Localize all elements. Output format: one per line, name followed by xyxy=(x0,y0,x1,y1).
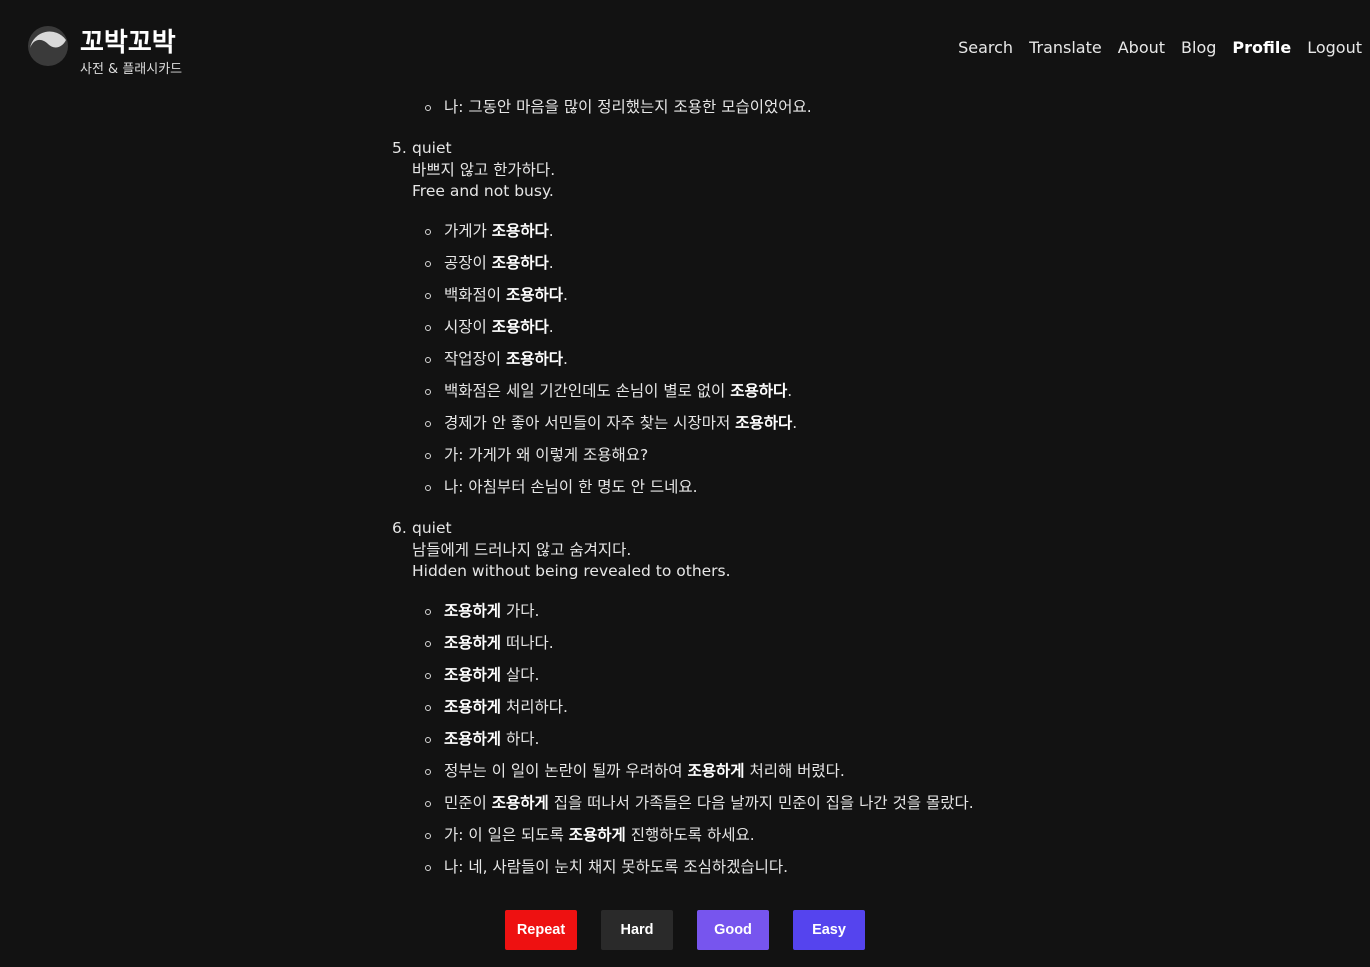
good-button[interactable]: Good xyxy=(697,910,769,950)
review-actions: Repeat Hard Good Easy xyxy=(505,910,865,950)
site-header: 꼬박꼬박 사전 & 플래시카드 Search Translate About B… xyxy=(0,0,1370,90)
example-item: 나: 네, 사람들이 눈치 채지 못하도록 조심하겠습니다. xyxy=(422,856,974,888)
sense-6-examples: 조용하게 가다. 조용하게 떠나다. 조용하게 살다. 조용하게 처리하다. 조… xyxy=(422,600,974,888)
nav-profile[interactable]: Profile xyxy=(1232,38,1291,57)
sense-6: 6. quiet 남들에게 드러나지 않고 숨겨지다. Hidden withou… xyxy=(392,518,731,583)
sense-word: quiet xyxy=(412,519,452,537)
example-item: 나: 그동안 마음을 많이 정리했는지 조용한 모습이었어요. xyxy=(422,96,812,128)
sense-number: 6. xyxy=(392,519,407,537)
example-item: 민준이 조용하게 집을 떠나서 가족들은 다음 날까지 민준이 집을 나간 것을… xyxy=(422,792,974,824)
example-item: 조용하게 살다. xyxy=(422,664,974,696)
example-item: 백화점은 세일 기간인데도 손님이 별로 없이 조용하다. xyxy=(422,380,797,412)
example-text: 나: 그동안 마음을 많이 정리했는지 조용한 모습이었어요. xyxy=(444,98,812,116)
example-item: 조용하게 하다. xyxy=(422,728,974,760)
definition-en: Free and not busy. xyxy=(412,182,554,200)
sense-5: 5. quiet 바쁘지 않고 한가하다. Free and not busy. xyxy=(392,138,555,203)
example-item: 조용하게 떠나다. xyxy=(422,632,974,664)
example-item: 가: 이 일은 되도록 조용하게 진행하도록 하세요. xyxy=(422,824,974,856)
example-item: 조용하게 가다. xyxy=(422,600,974,632)
example-item: 조용하게 처리하다. xyxy=(422,696,974,728)
main-nav: Search Translate About Blog Profile Logo… xyxy=(958,38,1362,57)
nav-about[interactable]: About xyxy=(1118,38,1165,57)
previous-examples: 나: 그동안 마음을 많이 정리했는지 조용한 모습이었어요. xyxy=(422,96,812,128)
example-item: 경제가 안 좋아 서민들이 자주 찾는 시장마저 조용하다. xyxy=(422,412,797,444)
example-item: 공장이 조용하다. xyxy=(422,252,797,284)
sense-5-examples: 가게가 조용하다. 공장이 조용하다. 백화점이 조용하다. 시장이 조용하다.… xyxy=(422,220,797,508)
example-item: 백화점이 조용하다. xyxy=(422,284,797,316)
brand-title[interactable]: 꼬박꼬박 xyxy=(80,22,176,59)
example-item: 시장이 조용하다. xyxy=(422,316,797,348)
nav-blog[interactable]: Blog xyxy=(1181,38,1216,57)
nav-translate[interactable]: Translate xyxy=(1029,38,1102,57)
example-item: 가: 가게가 왜 이렇게 조용해요? xyxy=(422,444,797,476)
yin-yang-logo-icon[interactable] xyxy=(28,26,68,66)
nav-logout[interactable]: Logout xyxy=(1307,38,1362,57)
sense-number: 5. xyxy=(392,139,407,157)
sense-word: quiet xyxy=(412,139,452,157)
example-item: 작업장이 조용하다. xyxy=(422,348,797,380)
example-item: 가게가 조용하다. xyxy=(422,220,797,252)
repeat-button[interactable]: Repeat xyxy=(505,910,577,950)
example-item: 정부는 이 일이 논란이 될까 우려하여 조용하게 처리해 버렸다. xyxy=(422,760,974,792)
brand-subtitle: 사전 & 플래시카드 xyxy=(80,62,183,77)
example-item: 나: 아침부터 손님이 한 명도 안 드네요. xyxy=(422,476,797,508)
definition-ko: 바쁘지 않고 한가하다. xyxy=(412,160,556,179)
hard-button[interactable]: Hard xyxy=(601,910,673,950)
easy-button[interactable]: Easy xyxy=(793,910,865,950)
nav-search[interactable]: Search xyxy=(958,38,1013,57)
definition-en: Hidden without being revealed to others. xyxy=(412,562,731,580)
definition-ko: 남들에게 드러나지 않고 숨겨지다. xyxy=(412,540,632,559)
